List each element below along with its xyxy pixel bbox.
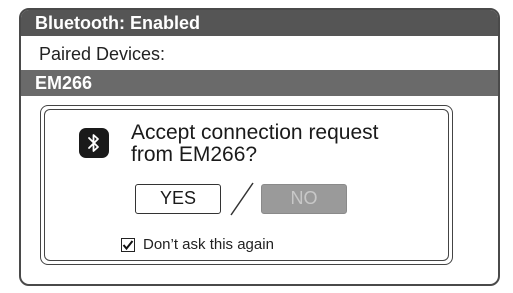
dont-ask-checkbox[interactable]: [121, 237, 135, 252]
dialog-message: Accept connection request from EM266?: [131, 122, 431, 166]
dialog-message-line2: from EM266?: [131, 143, 258, 166]
checkmark-icon: [122, 239, 134, 250]
connection-dialog: Accept connection request from EM266? YE…: [40, 105, 453, 265]
dont-ask-row[interactable]: Don’t ask this again: [121, 236, 274, 253]
slash-divider: [230, 182, 254, 216]
no-button[interactable]: NO: [261, 184, 347, 214]
bluetooth-glyph: [88, 134, 99, 152]
device-row-em266[interactable]: EM266: [21, 70, 498, 96]
connection-dialog-inner: Accept connection request from EM266? YE…: [44, 109, 449, 261]
bluetooth-icon: [79, 128, 109, 158]
yes-button[interactable]: YES: [135, 184, 221, 214]
panel-title: Bluetooth: Enabled: [21, 10, 498, 36]
paired-devices-label: Paired Devices:: [39, 44, 166, 64]
dialog-message-line1: Accept connection request: [131, 121, 379, 144]
dont-ask-label: Don’t ask this again: [143, 236, 274, 253]
